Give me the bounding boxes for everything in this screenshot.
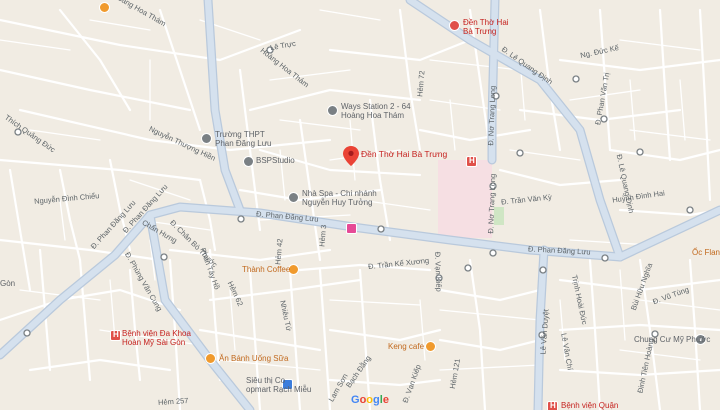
poi-label[interactable]: Bệnh viện Đa Khoa Hoàn Mỹ Sài Gòn xyxy=(122,329,191,348)
school-icon[interactable] xyxy=(201,133,212,144)
cafe-icon[interactable] xyxy=(425,341,436,352)
poi-label[interactable]: Nhà Spa - Chi nhánh Nguyễn Huy Tưởng xyxy=(302,189,377,208)
poi-label[interactable]: Bệnh viện Quận xyxy=(561,402,618,410)
poi-label[interactable]: Ốc Flan xyxy=(692,249,720,257)
poi-label[interactable]: Ways Station 2 - 64 Hoàng Hoa Thám xyxy=(341,102,411,121)
logo-letter: e xyxy=(382,394,389,406)
place-pin-icon[interactable] xyxy=(243,156,254,167)
road-label: Hẻm 72 xyxy=(415,70,427,98)
selected-place-label[interactable]: Đền Thờ Hai Bà Trưng xyxy=(361,150,447,159)
road-label: Hẻm 257 xyxy=(157,395,189,408)
logo-letter: g xyxy=(373,394,380,406)
google-logo: Google xyxy=(351,394,389,406)
poi-label[interactable]: Đền Thờ Hai Bà Trưng xyxy=(463,18,509,37)
map-view[interactable]: Đ. Phan Đăng Lưu Đ. Phan Đăng Lưu Đ. Pha… xyxy=(0,0,720,410)
place-pin-icon[interactable] xyxy=(327,105,338,116)
place-pin-icon[interactable] xyxy=(288,192,299,203)
road-label: Đ. Nơ Trang Long xyxy=(486,85,498,146)
selected-place-marker-icon[interactable] xyxy=(343,146,359,166)
poi-label[interactable]: Trường THPT Phan Đăng Lưu xyxy=(215,130,272,149)
hospital-icon[interactable] xyxy=(466,156,477,167)
hospital-icon[interactable] xyxy=(547,401,558,410)
poi-label[interactable]: Thành Coffee xyxy=(242,266,290,274)
logo-letter: G xyxy=(351,394,360,406)
food-icon[interactable] xyxy=(205,353,216,364)
food-icon[interactable] xyxy=(99,2,110,13)
place-pin-icon[interactable] xyxy=(449,20,460,31)
poi-label[interactable]: BSPStudio xyxy=(256,157,295,165)
shopping-icon[interactable] xyxy=(346,223,357,234)
road-label: Hẻm 42 xyxy=(273,238,285,266)
road-label: Đ. Nơ Trang Long xyxy=(486,173,498,234)
minor-roads xyxy=(0,8,720,410)
poi-label[interactable]: Ăn Bánh Uống Sữa xyxy=(219,355,288,363)
hospital-icon[interactable] xyxy=(110,330,121,341)
poi-label[interactable]: Gòn xyxy=(0,280,15,288)
road-label: Đ. Vạn Kiếp xyxy=(433,251,444,292)
poi-label[interactable]: Chung Cư Mỹ Phước xyxy=(634,336,710,344)
poi-label[interactable]: Siêu thị Co opmart Rạch Miễu xyxy=(246,376,311,395)
poi-label[interactable]: Keng cafe xyxy=(388,343,424,351)
hospital-zone xyxy=(438,160,492,238)
road-label: Hẻm 3 xyxy=(317,224,329,248)
